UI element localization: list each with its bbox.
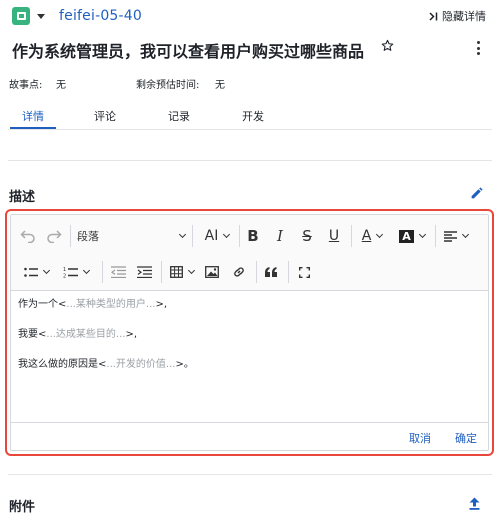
tab-development[interactable]: 开发 xyxy=(242,108,264,124)
star-icon[interactable] xyxy=(381,39,394,52)
editor-line: 我这么做的原因是<...开发的价值...>。 xyxy=(18,359,194,370)
text-color-icon: A xyxy=(361,228,372,244)
numbered-list-icon: 12 xyxy=(63,267,78,279)
chevron-down-icon xyxy=(376,230,384,239)
toolbar-separator xyxy=(70,225,71,247)
toolbar-separator xyxy=(239,225,240,247)
attachments-heading: 附件 xyxy=(9,500,36,515)
section-divider xyxy=(8,474,492,475)
more-options-icon[interactable] xyxy=(475,41,481,55)
collapse-right-icon xyxy=(429,11,438,21)
text-color-select[interactable]: A xyxy=(356,227,388,245)
toolbar-separator xyxy=(351,225,352,247)
toolbar-separator xyxy=(256,261,257,283)
description-heading: 描述 xyxy=(9,190,36,205)
bullet-list-icon xyxy=(23,267,38,277)
story-icon[interactable] xyxy=(12,7,30,25)
highlight-color-select[interactable]: A xyxy=(395,227,429,245)
chevron-down-icon[interactable] xyxy=(37,13,45,19)
editor-content[interactable]: 作为一个<...某种类型的用户...>, 我要<...达成某些目的...>, 我… xyxy=(18,298,194,388)
highlight-icon: A xyxy=(399,229,414,243)
underline-icon[interactable]: U xyxy=(325,227,343,245)
editor-footer: 取消 确定 xyxy=(11,422,488,450)
upload-icon[interactable] xyxy=(469,497,480,510)
bullet-list-select[interactable] xyxy=(18,263,54,281)
remaining-estimate-label: 剩余预估时间: xyxy=(136,80,200,91)
confirm-button[interactable]: 确定 xyxy=(455,430,477,446)
table-icon xyxy=(170,266,183,278)
chevron-down-icon xyxy=(223,230,231,239)
story-points-label: 故事点: xyxy=(9,80,43,91)
undo-icon[interactable] xyxy=(19,227,37,245)
chevron-down-icon xyxy=(42,266,50,275)
indent-icon[interactable] xyxy=(135,263,153,281)
issue-title[interactable]: 作为系统管理员，我可以查看用户购买过哪些商品 xyxy=(12,38,364,62)
toolbar-separator xyxy=(288,261,289,283)
description-editor: 段落 AI B I S U A A 1 2 作为一个<...某种类型的用户...… xyxy=(5,209,494,456)
chevron-down-icon xyxy=(187,266,196,275)
editor-line: 作为一个<...某种类型的用户...>, xyxy=(18,299,168,310)
toolbar-separator xyxy=(435,225,436,247)
hide-details-button[interactable]: 隐藏详情 xyxy=(429,8,486,24)
chevron-down-icon xyxy=(178,230,187,239)
fullscreen-icon[interactable] xyxy=(295,263,313,281)
toolbar-separator xyxy=(161,261,162,283)
align-select[interactable] xyxy=(440,227,472,245)
story-points-value[interactable]: 无 xyxy=(56,76,66,91)
toolbar-separator xyxy=(192,225,193,247)
edit-pencil-icon[interactable] xyxy=(470,187,483,200)
svg-text:2: 2 xyxy=(63,274,66,279)
align-left-icon xyxy=(444,230,457,242)
italic-icon[interactable]: I xyxy=(271,227,289,245)
table-select[interactable] xyxy=(166,263,198,281)
quote-icon[interactable] xyxy=(262,263,280,281)
tab-details[interactable]: 详情 xyxy=(22,108,44,124)
chevron-down-icon xyxy=(418,230,426,239)
font-size-icon: AI xyxy=(204,228,219,244)
chevron-down-icon xyxy=(461,230,470,239)
cancel-button[interactable]: 取消 xyxy=(409,430,431,446)
section-divider xyxy=(8,160,492,161)
bold-icon[interactable]: B xyxy=(244,227,262,245)
tab-history[interactable]: 记录 xyxy=(168,108,190,124)
issue-header: feifei-05-40 隐藏详情 xyxy=(12,6,492,26)
font-size-select[interactable]: AI xyxy=(198,227,236,245)
remaining-estimate-value[interactable]: 无 xyxy=(215,76,225,91)
paragraph-style-select[interactable]: 段落 xyxy=(77,227,187,245)
editor-toolbar: 段落 AI B I S U A A 1 2 xyxy=(11,215,488,291)
strikethrough-icon[interactable]: S xyxy=(298,227,316,245)
chevron-down-icon xyxy=(82,266,91,275)
tab-divider xyxy=(8,129,492,130)
tab-comments[interactable]: 评论 xyxy=(94,108,116,124)
image-icon[interactable] xyxy=(203,263,221,281)
editor-line: 我要<...达成某些目的...>, xyxy=(18,329,138,340)
hide-details-label: 隐藏详情 xyxy=(442,10,486,23)
numbered-list-select[interactable]: 12 xyxy=(57,263,95,281)
paragraph-style-value: 段落 xyxy=(77,230,99,243)
editor-frame: 段落 AI B I S U A A 1 2 作为一个<...某种类型的用户...… xyxy=(10,214,489,451)
svg-text:1: 1 xyxy=(63,267,66,273)
outdent-icon[interactable] xyxy=(109,263,127,281)
toolbar-separator xyxy=(102,261,103,283)
link-icon[interactable] xyxy=(230,263,248,281)
issue-key-link[interactable]: feifei-05-40 xyxy=(59,8,142,24)
redo-icon[interactable] xyxy=(45,227,63,245)
